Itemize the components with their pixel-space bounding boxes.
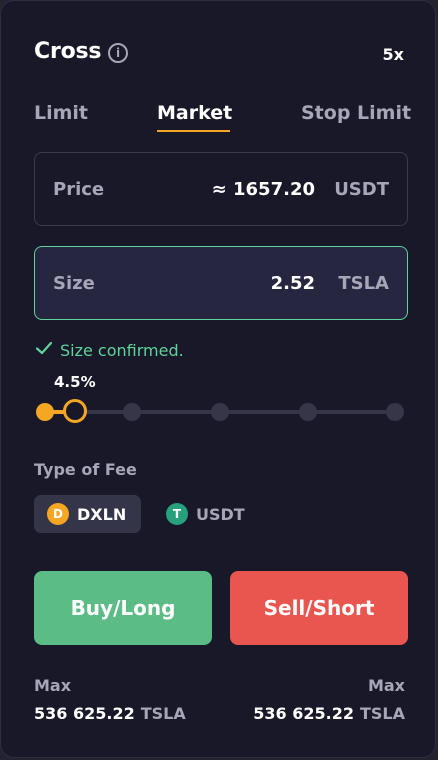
tab-limit[interactable]: Limit (34, 102, 88, 124)
dxln-coin-icon: D (47, 503, 69, 525)
max-sell-unit: TSLA (359, 704, 405, 723)
size-label: Size (53, 273, 95, 294)
fee-option-usdt[interactable]: T USDT (166, 495, 256, 533)
fee-type-label: Type of Fee (34, 460, 137, 479)
max-buy-unit: TSLA (140, 704, 186, 723)
max-buy-label: Max (34, 676, 72, 695)
price-value: ≈ 1657.20 (211, 179, 315, 200)
usdt-coin-icon: T (166, 503, 188, 525)
max-sell-amount: 536 625.22 TSLA (253, 704, 405, 723)
price-unit: USDT (334, 179, 389, 200)
slider-thumb[interactable] (63, 399, 87, 423)
max-sell-value: 536 625.22 (253, 704, 354, 723)
max-buy-amount: 536 625.22 TSLA (34, 704, 186, 723)
fee-option-dxln[interactable]: D DXLN (34, 495, 141, 533)
slider-percent-label: 4.5% (54, 373, 96, 391)
leverage-button[interactable]: 5x (383, 45, 404, 64)
size-value[interactable]: 2.52 (271, 273, 315, 294)
fee-option-label: USDT (196, 504, 245, 524)
tab-market[interactable]: Market (157, 102, 232, 124)
trade-panel: Cross i 5x Limit Market Stop Limit Price… (0, 0, 436, 758)
slider-step-2[interactable] (123, 403, 141, 421)
fee-option-label: DXLN (77, 504, 127, 524)
size-field[interactable]: Size 2.52 TSLA (34, 246, 408, 320)
slider-step-0[interactable] (36, 403, 54, 421)
slider-step-4[interactable] (211, 403, 229, 421)
max-sell-label: Max (367, 676, 405, 695)
price-label: Price (53, 179, 105, 200)
info-icon[interactable]: i (108, 43, 128, 63)
margin-mode-title[interactable]: Cross (34, 39, 102, 64)
sell-short-button[interactable]: Sell/Short (230, 571, 408, 645)
tab-stop-limit[interactable]: Stop Limit (301, 102, 411, 124)
confirmation-text: Size confirmed. (60, 340, 184, 360)
check-icon (34, 338, 54, 362)
active-tab-indicator (157, 130, 230, 132)
size-unit: TSLA (338, 273, 389, 294)
slider-step-8[interactable] (386, 403, 404, 421)
max-buy-value: 536 625.22 (34, 704, 135, 723)
buy-long-button[interactable]: Buy/Long (34, 571, 212, 645)
slider-step-6[interactable] (299, 403, 317, 421)
price-field[interactable]: Price ≈ 1657.20 USDT (34, 152, 408, 226)
size-confirmation: Size confirmed. (34, 338, 184, 362)
